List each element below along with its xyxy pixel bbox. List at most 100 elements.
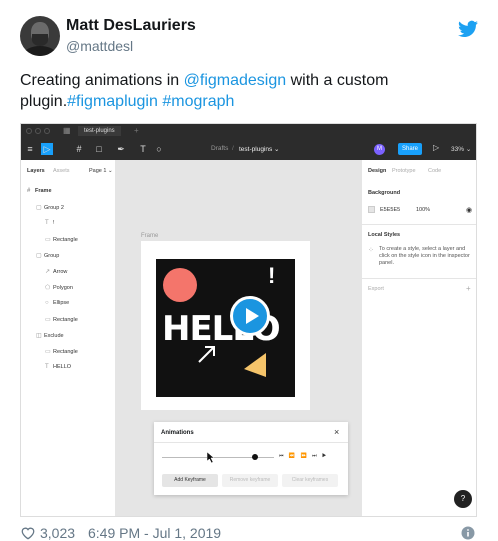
display-name[interactable]: Matt DesLauriers [66,17,196,35]
menu-icon: ≡ [27,144,33,154]
layer-type-icon: ▭ [45,237,51,243]
grid-icon: ▦ [63,126,71,135]
file-tab: test-plugins [78,126,121,136]
present-icon: ▷ [433,143,440,152]
mention-link[interactable]: @figmadesign [184,72,287,89]
layer-label: Rectangle [53,349,78,355]
heart-icon[interactable] [20,526,36,540]
layer-label: Frame [35,188,52,194]
layer-item: ◫ Exclude [36,332,64,339]
layer-type-icon: ○ [45,300,49,306]
layer-item: T HELLO [45,364,71,370]
hashtag-link[interactable]: #mograph [162,93,234,110]
coral-circle [163,268,197,302]
exclamation-text: ! [268,263,276,288]
timeline-keyframe [252,454,258,460]
export-heading: Export [368,286,384,292]
move-tool-icon: ▷ [41,143,53,155]
divider [154,442,348,443]
divider [362,224,476,225]
breadcrumb-file: test-plugins ⌄ [239,146,280,153]
close-icon: × [334,427,340,437]
video-preview[interactable]: ▦ test-plugins + ≡ ▷ # □ ✒ T ○ Drafts / … [20,123,477,517]
comment-tool-icon: ○ [156,144,162,154]
page-selector: Page 1 ⌄ [89,168,113,174]
figma-toolbar: ≡ ▷ # □ ✒ T ○ Drafts / test-plugins ⌄ M … [21,138,476,160]
play-icon [246,308,259,324]
layer-item: ▭ Rectangle [45,316,78,323]
local-styles-heading: Local Styles [368,232,401,238]
user-avatar: M [374,144,385,155]
layer-label: Rectangle [53,317,78,323]
animations-panel: Animations × ⏮ ⏪ ⏩ ⏭ ▶ Add Keyframe Remo… [154,422,348,495]
window-maximize-icon [44,128,50,134]
frame-label: Frame [141,233,159,239]
layers-tab: Layers [27,168,45,174]
style-grid-icon: ⁘ [368,247,374,254]
window-minimize-icon [35,128,41,134]
pen-tool-icon: ✒ [117,144,125,154]
breadcrumb-drafts: Drafts [211,145,229,152]
layer-type-icon: ▢ [36,253,42,259]
design-tab: Design [368,168,387,174]
divider [362,278,476,279]
breadcrumb-separator: / [232,145,234,152]
prototype-tab: Prototype [392,168,416,174]
background-heading: Background [368,190,401,196]
arrow-icon [198,346,215,363]
layer-type-icon: ▢ [36,205,42,211]
layer-type-icon: ▭ [45,317,51,323]
user-handle[interactable]: @mattdesl [66,38,133,54]
layer-label: Exclude [44,333,64,339]
new-tab-icon: + [134,126,139,135]
layer-label: Polygon [53,285,73,291]
layer-item: ⬠ Polygon [45,284,73,291]
layer-type-icon: T [45,364,49,370]
layer-type-icon: ⬠ [45,285,51,291]
twitter-bird-icon[interactable] [458,20,478,38]
layers-panel: Layers Assets Page 1 ⌄ # Frame ▢ Group 2 T! ▭… [21,160,116,516]
tweet-text: Creating animations in @figmadesign with… [20,70,480,112]
tweet-text-part: Creating animations in [20,72,184,89]
design-panel: Design Prototype Code Background E5E5E5 … [361,160,476,516]
layer-label: Group 2 [44,205,64,211]
layer-item: ▭ Rectangle [45,348,78,355]
layer-type-icon: # [27,188,31,194]
window-titlebar: ▦ test-plugins + [21,124,476,138]
layer-label: HELLO [53,364,72,370]
remove-keyframe-button: Remove keyframe [222,474,278,487]
layer-label: Ellipse [53,300,70,306]
artwork: ! HELLO [156,259,295,397]
code-tab: Code [428,168,442,174]
info-icon[interactable] [461,526,475,540]
avatar[interactable] [20,16,60,56]
layer-label: Arrow [53,269,68,275]
eye-icon: ◉ [466,207,473,214]
window-close-icon [26,128,32,134]
add-keyframe-button: Add Keyframe [162,474,218,487]
layer-type-icon: ▭ [45,349,51,355]
animations-title: Animations [161,430,194,436]
local-styles-hint: To create a style, select a layer and cl… [379,246,470,266]
layer-item: ▭ Rectangle [45,236,78,243]
layer-label: ! [53,220,55,226]
share-button: Share [398,143,422,155]
layer-type-icon: T [45,220,49,226]
layer-item: ○ Ellipse [45,300,69,306]
layer-label: Rectangle [53,237,78,243]
background-hex: E5E5E5 [380,207,401,213]
help-button: ? [454,490,472,508]
play-button [230,296,270,336]
clear-keyframes-button: Clear keyframes [282,474,338,487]
layer-item: ↗ Arrow [45,268,67,275]
layer-item: ▢ Group 2 [36,204,64,211]
background-opacity: 100% [416,207,431,213]
frame-tool-icon: # [76,144,82,154]
assets-tab: Assets [53,168,70,174]
hashtag-link[interactable]: #figmaplugin [67,93,158,110]
background-swatch [368,206,375,213]
add-export-icon: + [466,284,471,293]
layer-item: # Frame [27,188,52,194]
triangle-shape [244,353,266,377]
layer-type-icon: ↗ [45,269,51,275]
